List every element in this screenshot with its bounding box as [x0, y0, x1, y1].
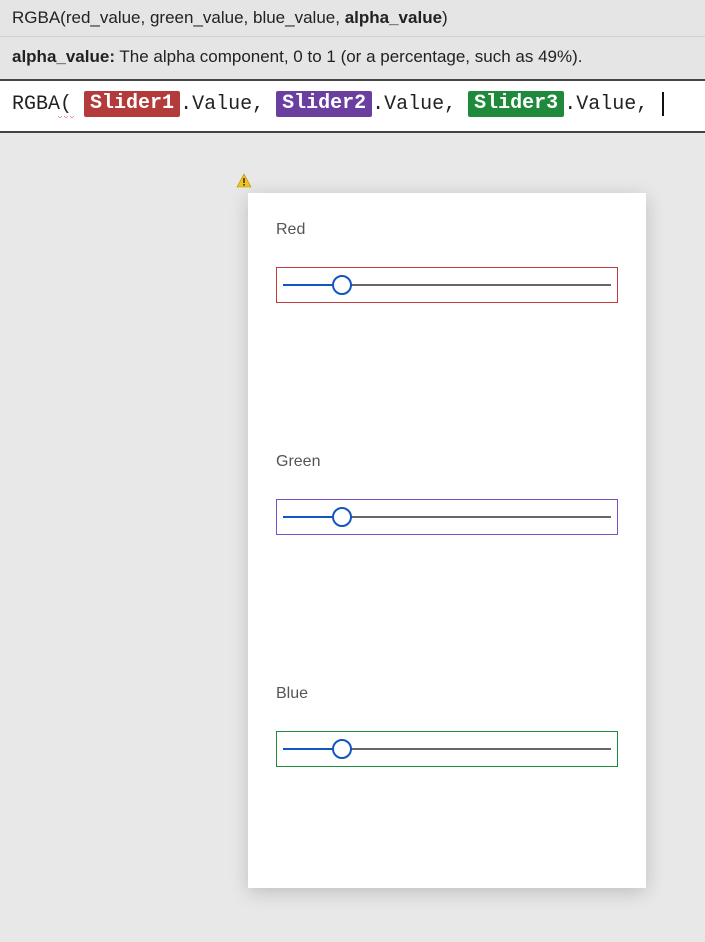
token-dot-value-2: .Value — [372, 93, 444, 116]
sig-suffix: ) — [442, 8, 448, 27]
formula-bar[interactable]: RGBA( Slider1.Value, Slider2.Value, Slid… — [0, 81, 705, 133]
slider-block-green: Green — [276, 453, 618, 535]
slider-label-red: Red — [276, 221, 618, 239]
token-slider2: Slider2 — [276, 91, 372, 117]
slider-label-green: Green — [276, 453, 618, 471]
token-slider3: Slider3 — [468, 91, 564, 117]
slider-thumb[interactable] — [332, 739, 352, 759]
slider-red[interactable] — [276, 267, 618, 303]
slider-thumb[interactable] — [332, 275, 352, 295]
slider-label-blue: Blue — [276, 685, 618, 703]
slider-track — [283, 748, 611, 750]
text-caret — [662, 92, 664, 116]
intellisense-param-desc: alpha_value: The alpha component, 0 to 1… — [0, 37, 705, 81]
warning-icon — [236, 173, 252, 189]
slider-thumb[interactable] — [332, 507, 352, 527]
token-slider1: Slider1 — [84, 91, 180, 117]
sig-arg-1: green_value — [150, 8, 244, 27]
intellisense-signature: RGBA(red_value, green_value, blue_value,… — [0, 0, 705, 37]
slider-blue[interactable] — [276, 731, 618, 767]
param-name: alpha_value: — [12, 47, 115, 66]
sig-func: RGBA( — [12, 8, 66, 27]
preview-card[interactable]: Red Green Blue — [248, 193, 646, 888]
slider-block-red: Red — [276, 221, 618, 303]
sig-arg-0: red_value — [66, 8, 141, 27]
sig-arg-3-current: alpha_value — [345, 8, 442, 27]
canvas-area[interactable]: Red Green Blue — [0, 133, 705, 905]
formula-func: RGBA — [12, 93, 60, 116]
sig-arg-2: blue_value — [253, 8, 335, 27]
token-dot-value-1: .Value — [180, 93, 252, 116]
slider-block-blue: Blue — [276, 685, 618, 767]
token-dot-value-3: .Value — [564, 93, 636, 116]
slider-track — [283, 284, 611, 286]
formula-open-paren: ( — [60, 93, 72, 116]
param-desc: The alpha component, 0 to 1 (or a percen… — [115, 47, 582, 66]
slider-track — [283, 516, 611, 518]
slider-green[interactable] — [276, 499, 618, 535]
